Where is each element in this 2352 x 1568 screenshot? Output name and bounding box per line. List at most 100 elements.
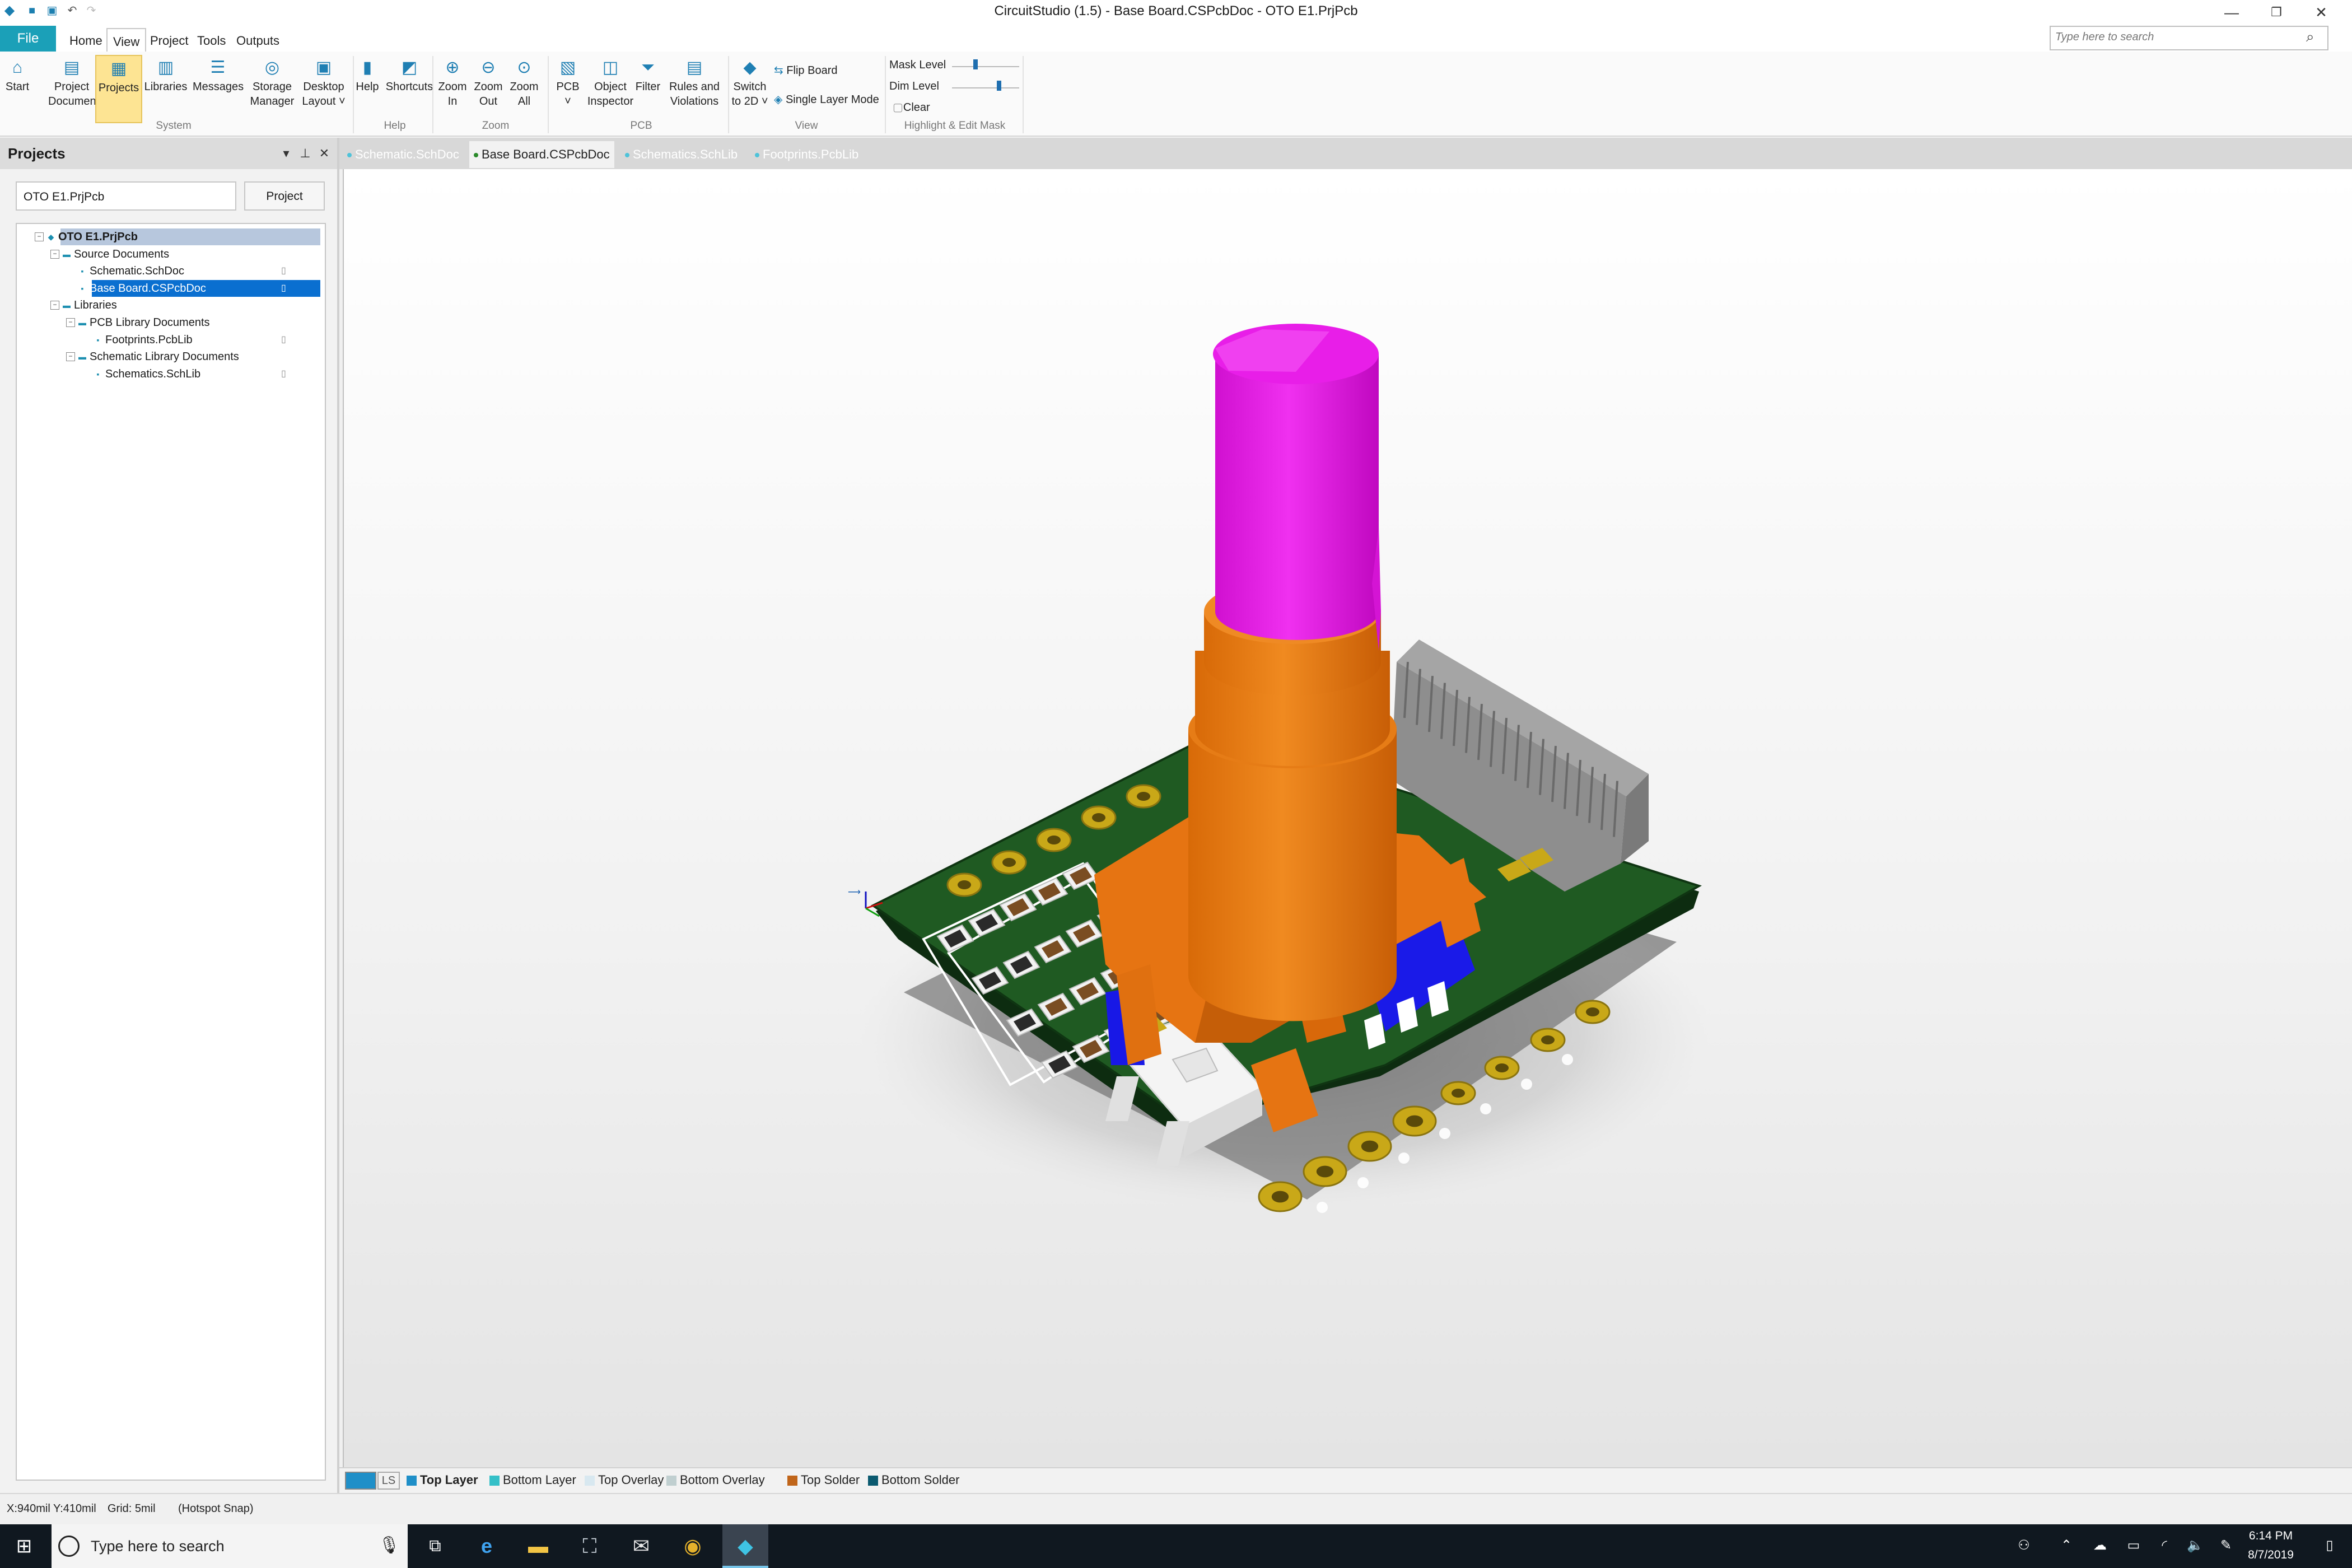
clock-time[interactable]: 6:14 PM xyxy=(2240,1527,2302,1546)
ribbon-button-label-line2: ˅ xyxy=(564,95,571,108)
board-edge-highlight xyxy=(1398,1152,1410,1164)
mask-level-slider[interactable] xyxy=(952,66,1019,73)
store-icon[interactable]: ⛶ xyxy=(573,1530,606,1562)
onedrive-cloud-icon[interactable]: ☁ xyxy=(2089,1534,2111,1557)
document-status-icon: ▯ xyxy=(281,334,286,344)
project-name-field[interactable]: OTO E1.PrjPcb xyxy=(16,181,236,211)
layer-tab-label: Top Overlay xyxy=(598,1473,664,1487)
current-layer-color-swatch[interactable] xyxy=(345,1472,376,1490)
axis-gizmo-label: ⟶ xyxy=(848,888,861,897)
project-documents-button[interactable]: ▤ Project Documents xyxy=(48,55,105,121)
help-button[interactable]: ▮ Help xyxy=(352,55,383,121)
libraries-button[interactable]: ▥ Libraries xyxy=(142,55,189,121)
pcb-button[interactable]: ▧ PCB ˅ xyxy=(552,55,584,121)
layer-set-button[interactable]: LS xyxy=(377,1472,400,1490)
file-menu[interactable]: File xyxy=(0,26,56,52)
cursor-coordinates: X:940mil Y:410mil xyxy=(7,1502,96,1515)
layer-tab[interactable]: Top Solder xyxy=(787,1469,860,1491)
doc-tab[interactable]: Footprints.PcbLib xyxy=(750,141,863,168)
layer-color-swatch xyxy=(868,1476,878,1486)
layer-tab[interactable]: Bottom Layer xyxy=(489,1469,576,1491)
doc-tab[interactable]: Schematic.SchDoc xyxy=(343,141,464,168)
zoom-out-button[interactable]: ⊖ Zoom Out xyxy=(472,55,505,121)
clock-date[interactable]: 8/7/2019 xyxy=(2240,1546,2302,1565)
tree-item-label[interactable]: Base Board.CSPcbDoc xyxy=(90,280,206,297)
flip-board-option[interactable]: ⇆ Flip Board xyxy=(774,63,837,78)
menu-tools[interactable]: Tools xyxy=(197,28,226,52)
zoom-in-button[interactable]: ⊕ Zoom In xyxy=(436,55,469,121)
tree-collapse-icon[interactable]: − xyxy=(50,249,59,259)
menu-outputs[interactable]: Outputs xyxy=(236,28,279,52)
project-button[interactable]: Project xyxy=(244,181,325,211)
restore-icon[interactable]: ❐ xyxy=(2257,2,2296,22)
menu-view[interactable]: View xyxy=(106,28,147,53)
project-tree[interactable] xyxy=(16,223,326,1481)
ribbon-button-label: Libraries xyxy=(144,81,188,93)
microphone-icon[interactable]: 🎙 xyxy=(379,1536,400,1555)
menu-project[interactable]: Project xyxy=(150,28,188,52)
pen-icon[interactable]: ✎ xyxy=(2215,1534,2237,1557)
layer-tab[interactable]: Top Layer xyxy=(407,1469,478,1491)
tree-collapse-icon[interactable]: − xyxy=(35,232,44,241)
chrome-browser-icon[interactable]: ◉ xyxy=(676,1530,709,1562)
document-icon: ▪ xyxy=(96,335,100,344)
tree-collapse-icon[interactable]: − xyxy=(66,352,75,362)
tree-item-label[interactable]: Schematic Library Documents xyxy=(90,348,239,365)
doc-tab[interactable]: Base Board.CSPcbDoc xyxy=(469,141,614,168)
ribbon-button-label: Storage xyxy=(252,81,292,93)
file-explorer-icon[interactable]: ▬ xyxy=(522,1530,554,1562)
tray-chevron-up-icon[interactable]: ⌃ xyxy=(2055,1534,2078,1557)
tree-collapse-icon[interactable]: − xyxy=(66,318,75,327)
minimize-icon[interactable]: — xyxy=(2212,2,2251,22)
single-layer-mode-option[interactable]: ◈ Single Layer Mode xyxy=(774,92,879,108)
pcb-3d-viewport[interactable]: ⟶ xyxy=(343,169,2352,1467)
panel-menu-chevron-icon[interactable]: ▾ xyxy=(278,142,295,165)
taskbar-search-text: Type here to search xyxy=(91,1538,225,1555)
notifications-icon[interactable]: ▯ xyxy=(2318,1534,2341,1557)
layer-tab[interactable]: Bottom Solder xyxy=(868,1469,959,1491)
layer-tab[interactable]: Bottom Overlay xyxy=(666,1469,765,1491)
ribbon-button-label-line2: Out xyxy=(479,95,498,108)
rules-violations-button[interactable]: ▤ Rules and Violations xyxy=(665,55,724,121)
projects-button[interactable]: ▦ Projects xyxy=(95,55,142,123)
tree-item-label[interactable]: Schematics.SchLib xyxy=(105,366,200,382)
dim-level-slider[interactable] xyxy=(952,87,1019,94)
storage-manager-button[interactable]: ◎ Storage Manager xyxy=(246,55,298,121)
tree-item-label[interactable]: Footprints.PcbLib xyxy=(105,332,193,348)
tree-item-label[interactable]: Source Documents xyxy=(74,246,169,263)
shortcuts-button[interactable]: ◩ Shortcuts xyxy=(383,55,436,121)
tree-item-label[interactable]: OTO E1.PrjPcb xyxy=(58,228,138,245)
desktop-layout-button[interactable]: ▣ Desktop Layout ˅ xyxy=(298,55,349,121)
pcb-3d-scene: ⟶ xyxy=(848,324,1710,1213)
filter-button[interactable]: ⏷ Filter xyxy=(632,55,664,121)
layer-tab[interactable]: Top Overlay xyxy=(585,1469,664,1491)
object-inspector-button[interactable]: ◫ Object Inspector xyxy=(587,55,634,121)
battery-icon[interactable]: ▭ xyxy=(2122,1534,2145,1557)
panel-close-icon[interactable]: ✕ xyxy=(316,142,333,165)
doc-tab[interactable]: Schematics.SchLib xyxy=(620,141,742,168)
home-button[interactable]: ⌂ Start xyxy=(0,55,35,121)
mask-level-slider-thumb[interactable] xyxy=(973,59,978,69)
tree-item-label[interactable]: Libraries xyxy=(74,297,117,314)
menu-home[interactable]: Home xyxy=(69,28,102,52)
ribbon-button-label-line2: to 2D ˅ xyxy=(731,95,768,108)
windows-start-icon[interactable]: ⊞ xyxy=(8,1530,40,1562)
switch-2d-button[interactable]: ◆ Switch to 2D ˅ xyxy=(727,55,773,121)
zoom-all-button[interactable]: ⊙ Zoom All xyxy=(507,55,541,121)
tree-collapse-icon[interactable]: − xyxy=(50,301,59,310)
mail-icon[interactable]: ✉ xyxy=(625,1530,657,1562)
people-icon[interactable]: ⚇ xyxy=(2013,1534,2035,1557)
panel-pin-icon[interactable]: ⊥ xyxy=(297,142,314,165)
edge-browser-icon[interactable]: e xyxy=(470,1530,503,1562)
task-view-icon[interactable]: ⧉ xyxy=(419,1530,451,1562)
volume-icon[interactable]: 🔈 xyxy=(2184,1534,2206,1557)
dim-level-slider-thumb[interactable] xyxy=(997,81,1001,91)
encoder-shaft xyxy=(1215,354,1379,640)
tree-item-label[interactable]: Schematic.SchDoc xyxy=(90,263,184,279)
messages-button[interactable]: ☰ Messages xyxy=(193,55,244,121)
search-icon[interactable]: ⌕ xyxy=(2306,28,2314,46)
clear-mask-button[interactable]: ▢Clear xyxy=(893,100,930,115)
tree-item-label[interactable]: PCB Library Documents xyxy=(90,314,210,331)
wifi-icon[interactable]: ◜ xyxy=(2153,1534,2176,1557)
close-icon[interactable]: ✕ xyxy=(2302,2,2341,22)
